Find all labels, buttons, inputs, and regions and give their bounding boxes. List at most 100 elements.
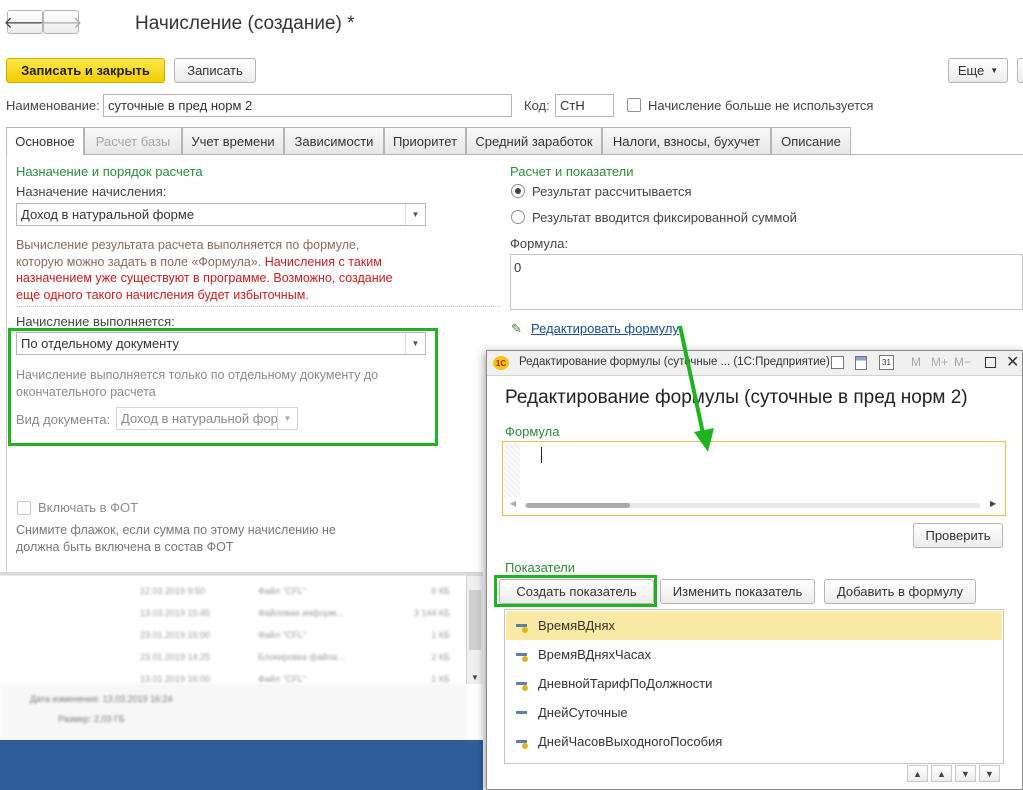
info-line-1: Вычисление результата расчета выполняетс… <box>16 238 360 252</box>
back-button[interactable]: 🡐 <box>4 10 46 34</box>
memory-button[interactable]: M <box>911 355 921 369</box>
row-size: 1 КБ <box>431 630 450 640</box>
fot-note: Снимите флажок, если сумма по этому начи… <box>16 522 436 555</box>
scroll-down-icon[interactable]: ▼ <box>471 673 479 682</box>
tab-priority[interactable]: Приоритет <box>384 127 466 154</box>
list-item[interactable]: ДнейСуточные <box>506 698 1002 727</box>
dialog-formula-label: Формула <box>505 424 560 439</box>
code-input[interactable]: СтН <box>555 94 614 117</box>
info-line-2b: Начисления с таким <box>261 254 382 269</box>
unused-label: Начисление больше не используется <box>648 98 874 113</box>
list-item-label: ВремяВДнях <box>538 618 616 633</box>
code-label: Код: <box>524 98 550 113</box>
unused-checkbox[interactable] <box>627 98 641 112</box>
purpose-select[interactable]: Доход в натуральной форме ▼ <box>16 203 426 226</box>
info-line-3: назначением уже существуют в программе. … <box>16 271 393 285</box>
indicator-icon <box>516 737 528 749</box>
tab-main[interactable]: Основное <box>6 127 84 155</box>
list-item-label: ДнейСуточные <box>538 705 628 720</box>
move-last-icon[interactable]: ▼ <box>979 765 1000 782</box>
move-up-icon[interactable]: ▲ <box>931 765 952 782</box>
formula-editor-dialog: 1C Редактирование формулы (суточные ... … <box>486 350 1023 790</box>
row-date: 23.01.2019 14:25 <box>140 652 211 662</box>
save-and-close-button[interactable]: Записать и закрыть <box>6 58 165 83</box>
scroll-right-icon[interactable]: ▶ <box>990 499 996 508</box>
more-button[interactable]: Еще ▼ <box>948 58 1008 83</box>
dialog-formula-editor[interactable]: ◀ ▶ <box>502 441 1006 516</box>
add-to-formula-button[interactable]: Добавить в формулу <box>824 579 976 604</box>
move-down-icon[interactable]: ▼ <box>955 765 976 782</box>
maximize-icon[interactable] <box>985 357 996 368</box>
indicators-label: Показатели <box>505 560 575 575</box>
help-button[interactable] <box>1017 58 1023 83</box>
edit-indicator-button[interactable]: Изменить показатель <box>660 579 815 604</box>
radio-fixed-sum[interactable] <box>511 210 525 224</box>
list-item-label: ДневнойТарифПоДолжности <box>538 676 713 691</box>
info-line-2a: которую можно задать в поле «Формула». <box>16 254 262 269</box>
row-size: 1 КБ <box>431 674 450 684</box>
dialog-heading: Редактирование формулы (суточные в пред … <box>505 387 968 408</box>
calendar-icon[interactable]: 31 <box>879 355 894 370</box>
close-icon[interactable]: ✕ <box>1006 352 1019 372</box>
background-explorer-window: 12.03.2019 9:50 Файл "CFL" 6 КБ 13.03.20… <box>0 572 483 790</box>
forward-button[interactable]: 🡒 <box>40 10 82 34</box>
row-date: 13.01.2019 16:00 <box>140 674 211 684</box>
radio-calculated[interactable] <box>511 184 525 198</box>
list-item-label: ДнейЧасовВыходногоПособия <box>538 734 723 749</box>
page-title: Начисление (создание) * <box>135 13 355 34</box>
move-first-icon[interactable]: ▲ <box>907 765 928 782</box>
edit-formula-link[interactable]: Редактировать формулу <box>531 321 679 336</box>
explorer-row-0: 12.03.2019 9:50 Файл "CFL" 6 КБ <box>140 586 460 596</box>
purpose-value: Доход в натуральной форме <box>21 207 195 222</box>
indicator-icon <box>516 708 528 718</box>
row-type: Файл "CFL" <box>258 630 307 640</box>
tab-description[interactable]: Описание <box>771 127 851 154</box>
indicator-icon <box>516 679 528 691</box>
row-size: 6 КБ <box>431 586 450 596</box>
tab-time-accounting[interactable]: Учет времени <box>182 127 284 154</box>
list-item[interactable]: ВремяВДнях <box>506 611 1002 640</box>
explorer-row: 12.03.2019 9:50 Файл "CFL" 6 КБ 13.03.20… <box>0 576 466 684</box>
memory-plus-button[interactable]: M+ <box>931 355 948 369</box>
dialog-titlebar: 1C Редактирование формулы (суточные ... … <box>487 351 1022 376</box>
explorer-scrollbar[interactable]: ▼ <box>466 576 483 684</box>
editor-hscrollbar[interactable]: ◀ ▶ <box>504 498 1004 512</box>
scroll-left-icon[interactable]: ◀ <box>510 499 516 508</box>
row-type: Файл "CFL" <box>258 674 307 684</box>
tab-average-earnings[interactable]: Средний заработок <box>466 127 602 154</box>
performed-label: Начисление выполняется: <box>16 314 175 329</box>
print-icon[interactable] <box>831 356 844 369</box>
tab-dependencies[interactable]: Зависимости <box>284 127 384 154</box>
explorer-list: 12.03.2019 9:50 Файл "CFL" 6 КБ 13.03.20… <box>0 576 466 684</box>
explorer-row-1: 13.03.2019 15:45 Файловая информ... 3 14… <box>140 608 460 618</box>
pencil-icon: ✎ <box>511 321 522 336</box>
chevron-down-icon[interactable]: ▼ <box>405 204 425 225</box>
scroll-thumb[interactable] <box>469 590 481 650</box>
list-item-label: ВремяВДняхЧасах <box>538 647 652 662</box>
dotted-separator <box>16 306 500 307</box>
list-item[interactable]: ДнейЧасовВыходногоПособия <box>506 727 1002 756</box>
row-type: Блокировка файла... <box>258 652 345 662</box>
tab-base-calc[interactable]: Расчет базы <box>84 127 182 154</box>
fot-note-line-1: Снимите флажок, если сумма по этому начи… <box>16 523 336 537</box>
save-button[interactable]: Записать <box>174 58 256 83</box>
memory-minus-button[interactable]: M− <box>954 355 971 369</box>
list-item[interactable]: ДневнойТарифПоДолжности <box>506 669 1002 698</box>
row-size: 3 144 КБ <box>413 608 450 618</box>
fot-checkbox[interactable] <box>17 501 31 515</box>
highlight-frame-performed <box>8 328 438 446</box>
chevron-down-icon: ▼ <box>990 66 999 75</box>
tab-taxes[interactable]: Налоги, взносы, бухучет <box>602 127 771 154</box>
name-input[interactable]: суточные в пред норм 2 <box>103 94 512 117</box>
formula-textarea[interactable]: 0 <box>510 254 1023 310</box>
calculator-icon[interactable] <box>855 356 867 370</box>
formula-label: Формула: <box>510 236 569 251</box>
radio-fixed-sum-label: Результат вводится фиксированной суммой <box>532 210 797 225</box>
formula-value: 0 <box>514 260 522 275</box>
scroll-thumb[interactable] <box>526 503 630 508</box>
annotation-arrow <box>678 325 714 452</box>
check-button[interactable]: Проверить <box>913 523 1003 548</box>
name-label: Наименование: <box>6 98 100 113</box>
list-item[interactable]: ВремяВДняхЧасах <box>506 640 1002 669</box>
1c-logo-icon: 1C <box>493 356 509 370</box>
